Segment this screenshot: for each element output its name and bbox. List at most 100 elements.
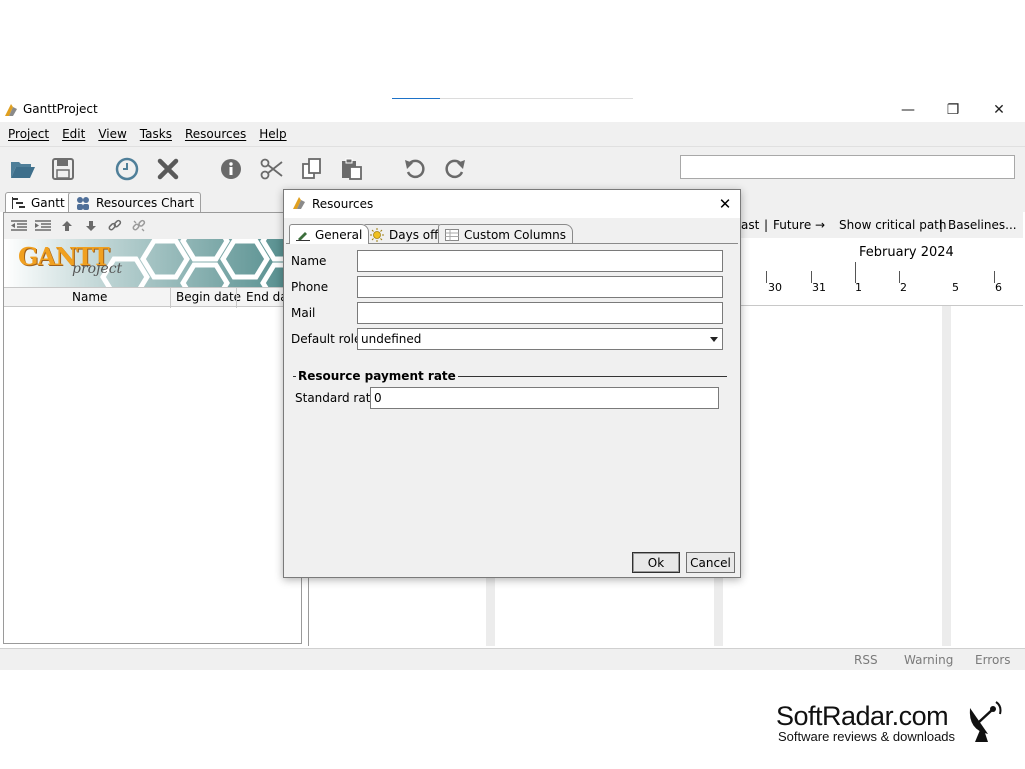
people-icon [77, 196, 89, 210]
phone-label: Phone [291, 280, 329, 294]
dialog-titlebar: Resources ✕ [284, 190, 740, 218]
info-icon[interactable] [217, 155, 245, 183]
window-title: GanttProject [23, 102, 98, 116]
sun-icon [370, 227, 384, 242]
copy-icon[interactable] [298, 155, 326, 183]
show-critical-path-link[interactable]: Show critical path [839, 218, 946, 232]
dialog-tabs: General Days off Custom Columns [284, 220, 740, 244]
tab-days-off-label: Days off [389, 227, 439, 242]
default-role-label: Default role [291, 332, 362, 346]
status-errors[interactable]: Errors [975, 653, 1011, 667]
menu-edit[interactable]: Edit [62, 127, 85, 141]
tab-days-off[interactable]: Days off [363, 224, 446, 244]
open-folder-icon[interactable] [9, 155, 37, 183]
column-separator[interactable] [170, 288, 171, 308]
close-window-button[interactable]: ✕ [976, 99, 1022, 121]
day-label: 6 [995, 281, 1002, 294]
save-icon[interactable] [49, 155, 77, 183]
unlink-icon[interactable] [131, 219, 147, 233]
table-icon [445, 228, 459, 241]
tab-general-label: General [315, 227, 363, 242]
dialog-close-button[interactable]: ✕ [714, 194, 736, 214]
tab-resources-chart-label: Resources Chart [96, 195, 195, 210]
tab-resources-chart[interactable]: Resources Chart [68, 192, 202, 212]
tab-gantt[interactable]: Gantt [5, 192, 72, 212]
watermark-title: SoftRadar.com [776, 701, 949, 731]
link-icon[interactable] [107, 219, 123, 233]
menu-tasks[interactable]: Tasks [140, 127, 172, 141]
task-table-header: Name Begin date End da [4, 287, 301, 308]
pencil-icon [296, 231, 310, 241]
satellite-dish-icon [969, 701, 1002, 742]
resources-dialog: Resources ✕ General Days off Custom Colu… [283, 189, 741, 578]
minimize-button[interactable]: — [885, 99, 931, 121]
move-up-icon[interactable] [59, 219, 75, 233]
day-label: 30 [768, 281, 782, 294]
dialog-app-icon [293, 197, 305, 209]
redo-icon[interactable] [441, 155, 469, 183]
name-label: Name [291, 254, 327, 268]
tab-custom-columns[interactable]: Custom Columns [438, 224, 573, 244]
menu-bar: Project Edit View Tasks Resources Help [0, 122, 1025, 146]
task-tree-toolbar [4, 213, 301, 239]
mail-label: Mail [291, 306, 316, 320]
cut-icon[interactable] [258, 155, 286, 183]
outdent-icon[interactable] [11, 219, 27, 233]
column-header-end-date[interactable]: End da [246, 290, 288, 304]
main-toolbar [0, 146, 1025, 188]
cancel-button[interactable]: Cancel [686, 552, 735, 573]
day-label: 5 [952, 281, 959, 294]
column-separator[interactable] [236, 288, 237, 308]
phone-input[interactable] [357, 276, 723, 298]
mail-input[interactable] [357, 302, 723, 324]
move-down-icon[interactable] [83, 219, 99, 233]
watermark-subtitle: Software reviews & downloads [778, 729, 956, 744]
day-label: 1 [855, 281, 862, 294]
column-header-begin-date[interactable]: Begin date [176, 290, 241, 304]
toolbar-separator: | [764, 218, 769, 232]
menu-project[interactable]: Project [8, 127, 49, 141]
day-label: 31 [812, 281, 826, 294]
column-header-name[interactable]: Name [72, 290, 107, 304]
status-warning[interactable]: Warning [904, 653, 953, 667]
month-label: February 2024 [859, 245, 954, 260]
delete-icon[interactable] [154, 155, 182, 183]
dialog-title: Resources [312, 197, 374, 211]
maximize-button[interactable]: ❐ [930, 99, 976, 121]
paste-icon[interactable] [338, 155, 366, 183]
name-input[interactable] [357, 250, 723, 272]
indent-icon[interactable] [35, 219, 51, 233]
baselines-link[interactable]: Baselines... [948, 218, 1017, 232]
ganttproject-app-icon [5, 104, 17, 116]
menu-resources[interactable]: Resources [185, 127, 246, 141]
weekend-stripe [942, 306, 951, 646]
status-rss[interactable]: RSS [854, 653, 878, 667]
standard-rate-input[interactable] [370, 387, 719, 409]
toolbar-separator: | [939, 218, 944, 232]
tab-custom-columns-label: Custom Columns [464, 227, 566, 242]
gantt-tab-icon [12, 196, 25, 209]
banner-logo-sub: project [72, 261, 123, 277]
menu-view[interactable]: View [98, 127, 126, 141]
tab-gantt-label: Gantt [31, 195, 65, 210]
chevron-down-icon [710, 337, 718, 342]
tab-general[interactable]: General [289, 224, 370, 244]
past-link[interactable]: ast [741, 218, 759, 232]
search-input[interactable] [680, 155, 1015, 179]
day-label: 2 [900, 281, 907, 294]
future-link[interactable]: Future → [773, 218, 825, 232]
clock-icon[interactable] [113, 155, 141, 183]
payment-section-title: Resource payment rate [296, 369, 458, 383]
window-titlebar: GanttProject — ❐ ✕ [0, 99, 1025, 121]
menu-help[interactable]: Help [259, 127, 286, 141]
default-role-value: undefined [361, 332, 422, 346]
standard-rate-label: Standard rate [295, 391, 378, 405]
task-tree-panel: GANTT project Name Begin date End da [3, 212, 302, 644]
ganttproject-banner: GANTT project [4, 239, 301, 287]
undo-icon[interactable] [401, 155, 429, 183]
default-role-select[interactable]: undefined [357, 328, 723, 350]
general-tab-panel: Name Phone Mail Default role undefined R… [286, 243, 738, 548]
status-bar: RSS Warning Errors [0, 648, 1025, 670]
day-tick [766, 271, 767, 283]
ok-button[interactable]: Ok [632, 552, 680, 573]
